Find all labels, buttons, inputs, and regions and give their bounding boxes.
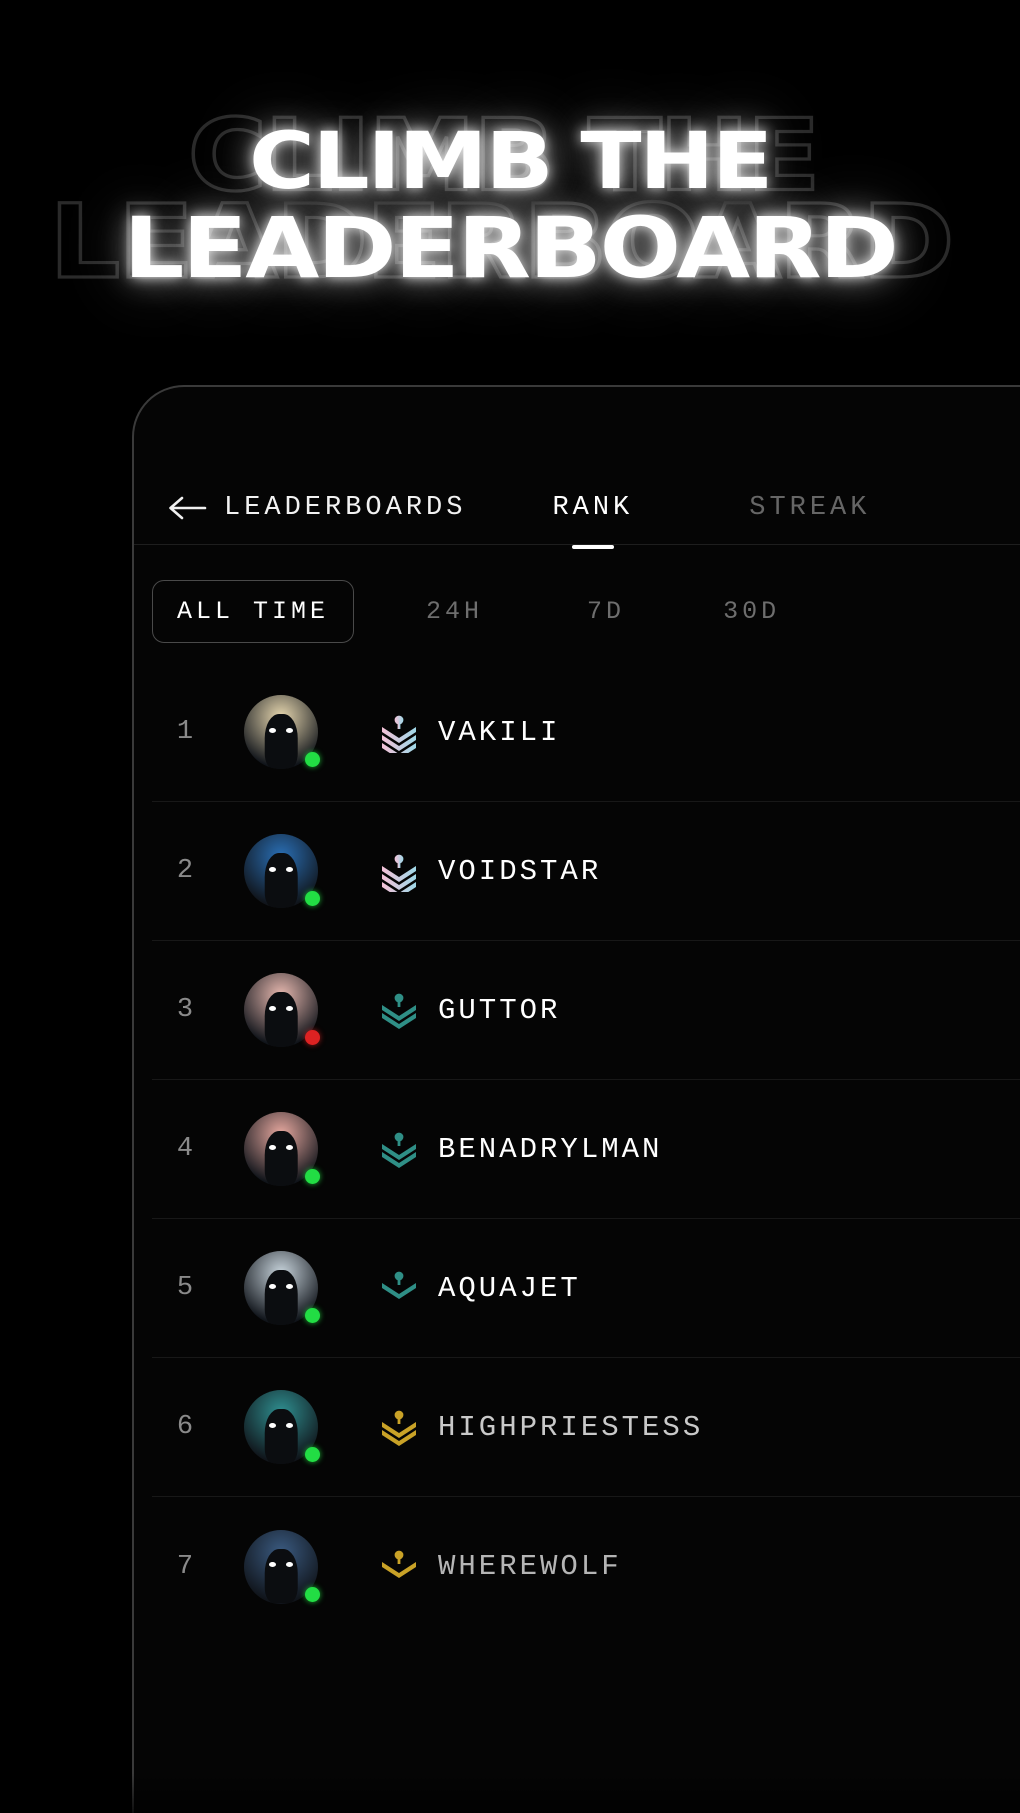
- leaderboard-row[interactable]: 5 AQUAJET: [152, 1219, 1020, 1358]
- username-label: WHEREWOLF: [438, 1550, 622, 1583]
- rank-number: 7: [176, 1551, 194, 1582]
- tab-active-indicator: [571, 545, 614, 549]
- rank-badge-icon: [378, 850, 420, 892]
- status-dot-online: [305, 1169, 320, 1184]
- rank-number: 3: [176, 995, 194, 1025]
- rank-badge-icon: [378, 1546, 420, 1588]
- leaderboard-row[interactable]: 4 BENADRYLMAN: [152, 1080, 1020, 1219]
- hero-line-1-text: CLIMB THE: [248, 117, 773, 207]
- avatar-figure: [264, 714, 298, 769]
- top-nav: LEADERBOARDS RANK STREAK: [134, 472, 1020, 549]
- avatar-figure: [264, 853, 298, 908]
- leaderboard-card: LEADERBOARDS RANK STREAK ALL TIME 24H 7D…: [132, 385, 1020, 1813]
- username-label: VAKILI: [438, 715, 561, 749]
- rank-badge-icon: [378, 711, 420, 753]
- rank-number: 6: [176, 1412, 194, 1442]
- rank-number: 1: [176, 717, 194, 747]
- nav-tabs: RANK STREAK: [542, 493, 880, 549]
- hero-line-2-ghost: LEADERBOARD: [48, 182, 957, 302]
- rank-number: 5: [176, 1273, 194, 1303]
- username-label: HIGHPRIESTESS: [438, 1410, 704, 1444]
- avatar-figure: [264, 1409, 298, 1464]
- avatar[interactable]: [244, 834, 320, 908]
- avatar[interactable]: [244, 973, 320, 1047]
- avatar[interactable]: [244, 695, 320, 769]
- rank-badge-icon: [378, 1267, 420, 1309]
- avatar-eyes: [269, 1562, 293, 1568]
- username-label: GUTTOR: [438, 993, 561, 1027]
- tab-streak[interactable]: STREAK: [739, 493, 880, 523]
- status-dot-online: [305, 1447, 320, 1462]
- avatar-eyes: [269, 1144, 293, 1150]
- rank-number: 2: [176, 856, 194, 886]
- filter-24h[interactable]: 24H: [402, 581, 507, 642]
- hero-line-1-ghost: CLIMB THE: [186, 97, 822, 214]
- username-label: AQUAJET: [438, 1271, 581, 1305]
- avatar[interactable]: [244, 1251, 320, 1325]
- leaderboard-row[interactable]: 7 WHEREWOLF: [152, 1497, 1020, 1636]
- status-dot-online: [305, 891, 320, 906]
- hero-line-2: LEADERBOARD LEADERBOARD: [0, 190, 1020, 297]
- avatar-figure: [264, 1131, 298, 1186]
- avatar-eyes: [269, 727, 293, 733]
- leaderboard-row[interactable]: 2 VOIDSTAR: [152, 802, 1020, 941]
- filter-all-time[interactable]: ALL TIME: [152, 579, 355, 643]
- rank-badge-icon: [378, 989, 420, 1031]
- leaderboard-row[interactable]: 3 GUTTOR: [152, 941, 1020, 1080]
- avatar[interactable]: [244, 1112, 320, 1186]
- rank-number: 4: [176, 1134, 194, 1164]
- status-dot-online: [305, 1586, 320, 1602]
- avatar[interactable]: [244, 1529, 320, 1604]
- avatar-eyes: [269, 866, 293, 872]
- nav-divider: [134, 544, 1020, 545]
- page-title: LEADERBOARDS: [224, 493, 467, 523]
- avatar-figure: [264, 1548, 298, 1604]
- status-dot-online: [305, 1308, 320, 1323]
- filter-7d[interactable]: 7D: [563, 581, 649, 642]
- status-dot-online: [305, 752, 320, 767]
- username-label: VOIDSTAR: [438, 854, 602, 888]
- status-dot-offline: [305, 1030, 320, 1045]
- hero-line-1: CLIMB THE CLIMB THE: [0, 104, 1020, 207]
- back-arrow-icon[interactable]: [158, 495, 216, 521]
- avatar[interactable]: [244, 1390, 320, 1464]
- rank-badge-icon: [378, 1406, 420, 1448]
- hero-line-2-text: LEADERBOARD: [123, 199, 899, 297]
- avatar-figure: [264, 992, 298, 1047]
- avatar-eyes: [269, 1283, 293, 1289]
- avatar-eyes: [269, 1422, 293, 1428]
- hero-headline: CLIMB THE CLIMB THE LEADERBOARD LEADERBO…: [0, 104, 1020, 297]
- time-filter-group: ALL TIME 24H 7D 30D: [134, 569, 1020, 653]
- tab-rank[interactable]: RANK: [542, 493, 643, 549]
- avatar-figure: [264, 1270, 298, 1325]
- leaderboard-list: 1 VAKILI 2 VOIDSTAR 3 GUTTOR 4 BENADRYLM…: [134, 663, 1020, 1636]
- leaderboard-row[interactable]: 6 HIGHPRIESTESS: [152, 1358, 1020, 1497]
- tab-streak-label: STREAK: [749, 493, 871, 523]
- rank-badge-icon: [378, 1128, 420, 1170]
- leaderboard-row[interactable]: 1 VAKILI: [152, 663, 1020, 802]
- filter-30d[interactable]: 30D: [699, 581, 804, 642]
- avatar-eyes: [269, 1005, 293, 1011]
- app-screen: CLIMB THE CLIMB THE LEADERBOARD LEADERBO…: [0, 0, 1020, 1813]
- username-label: BENADRYLMAN: [438, 1132, 663, 1166]
- tab-rank-label: RANK: [552, 493, 634, 523]
